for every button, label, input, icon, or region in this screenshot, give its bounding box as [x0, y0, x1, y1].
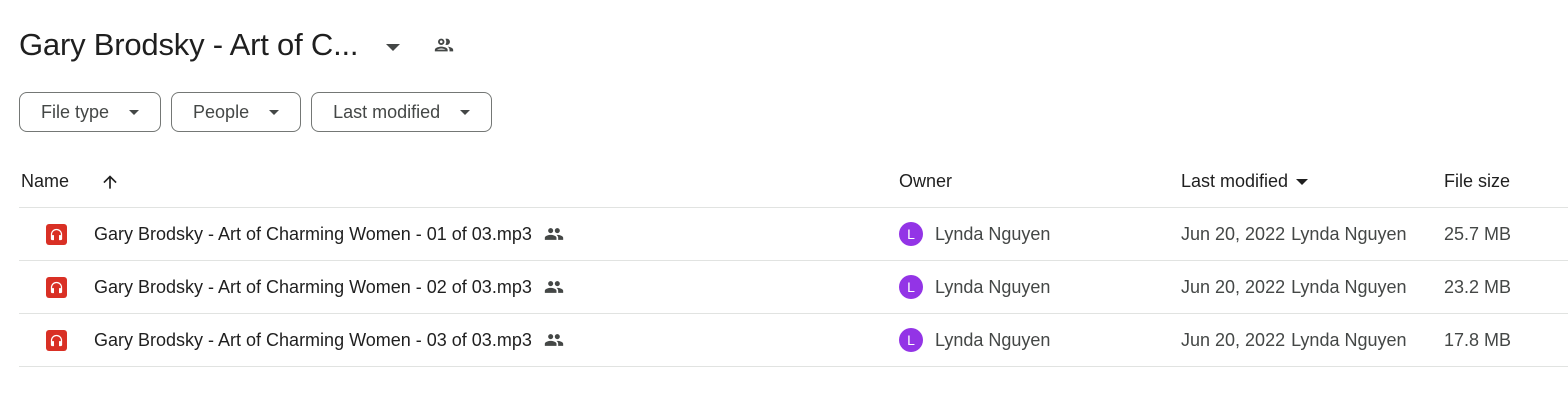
chevron-down-icon	[460, 109, 471, 115]
file-size: 23.2 MB	[1444, 276, 1512, 297]
file-name: Gary Brodsky - Art of Charming Women - 0…	[94, 276, 532, 297]
column-name[interactable]: Name	[21, 171, 69, 192]
modified-by: Lynda Nguyen	[1291, 276, 1407, 297]
file-size-cell: 17.8 MB	[1444, 330, 1511, 351]
modified-by: Lynda Nguyen	[1291, 223, 1407, 244]
folder-header: Gary Brodsky - Art of C...	[19, 22, 456, 68]
file-size-cell: 23.2 MB	[1444, 277, 1511, 298]
chevron-down-icon	[269, 109, 280, 115]
owner-cell: L Lynda Nguyen	[899, 222, 1050, 246]
file-name: Gary Brodsky - Art of Charming Women - 0…	[94, 223, 532, 244]
column-owner[interactable]: Owner	[899, 171, 952, 192]
modified-by: Lynda Nguyen	[1291, 329, 1407, 350]
column-owner-label: Owner	[899, 171, 953, 191]
modified-date: Jun 20, 2022	[1181, 223, 1286, 244]
column-last-modified-label: Last modified	[1181, 171, 1289, 191]
shared-icon	[544, 330, 564, 350]
owner-name: Lynda Nguyen	[935, 223, 1051, 244]
file-size: 17.8 MB	[1444, 329, 1512, 350]
owner-cell: L Lynda Nguyen	[899, 275, 1050, 299]
file-name: Gary Brodsky - Art of Charming Women - 0…	[94, 329, 532, 350]
column-name-label: Name	[21, 171, 70, 191]
file-size-cell: 25.7 MB	[1444, 224, 1511, 245]
table-row[interactable]: Gary Brodsky - Art of Charming Women - 0…	[19, 314, 1568, 367]
filter-people[interactable]: People	[171, 92, 302, 132]
file-name-cell: Gary Brodsky - Art of Charming Women - 0…	[94, 330, 564, 351]
modified-cell: Jun 20, 2022 Lynda Nguyen	[1181, 277, 1407, 298]
shared-icon	[544, 277, 564, 297]
chevron-down-icon	[129, 109, 140, 115]
modified-date: Jun 20, 2022	[1181, 276, 1286, 297]
audio-file-icon	[46, 223, 67, 245]
owner-name: Lynda Nguyen	[935, 329, 1051, 350]
shared-icon	[544, 224, 564, 244]
folder-title[interactable]: Gary Brodsky - Art of C...	[19, 27, 359, 63]
column-file-size[interactable]: File size	[1444, 171, 1510, 192]
folder-menu-caret-icon[interactable]	[386, 43, 401, 51]
sort-arrow-up-icon[interactable]	[100, 172, 120, 192]
file-size: 25.7 MB	[1444, 223, 1512, 244]
owner-name: Lynda Nguyen	[935, 276, 1051, 297]
modified-cell: Jun 20, 2022 Lynda Nguyen	[1181, 224, 1407, 245]
owner-cell: L Lynda Nguyen	[899, 328, 1050, 352]
column-last-modified[interactable]: Last modified	[1181, 171, 1309, 192]
modified-date: Jun 20, 2022	[1181, 329, 1286, 350]
audio-file-icon	[46, 276, 67, 298]
avatar: L	[899, 328, 923, 352]
filter-file-type[interactable]: File type	[19, 92, 162, 132]
filter-file-type-label: File type	[41, 101, 110, 122]
file-name-cell: Gary Brodsky - Art of Charming Women - 0…	[94, 224, 564, 245]
filter-chips: File type People Last modified	[19, 92, 493, 132]
table-row[interactable]: Gary Brodsky - Art of Charming Women - 0…	[19, 208, 1568, 261]
table-header: Name Owner Last modified File size	[19, 156, 1568, 208]
file-name-cell: Gary Brodsky - Art of Charming Women - 0…	[94, 277, 564, 298]
filter-last-modified-label: Last modified	[333, 101, 441, 122]
column-file-size-label: File size	[1444, 171, 1511, 191]
shared-folder-icon[interactable]	[432, 33, 456, 57]
filter-people-label: People	[193, 101, 250, 122]
avatar: L	[899, 222, 923, 246]
avatar: L	[899, 275, 923, 299]
audio-file-icon	[46, 329, 67, 351]
table-row[interactable]: Gary Brodsky - Art of Charming Women - 0…	[19, 261, 1568, 314]
filter-last-modified[interactable]: Last modified	[311, 92, 493, 132]
file-table: Name Owner Last modified File size Gary …	[19, 156, 1568, 367]
modified-cell: Jun 20, 2022 Lynda Nguyen	[1181, 330, 1407, 351]
sort-descending-icon	[1296, 178, 1309, 185]
